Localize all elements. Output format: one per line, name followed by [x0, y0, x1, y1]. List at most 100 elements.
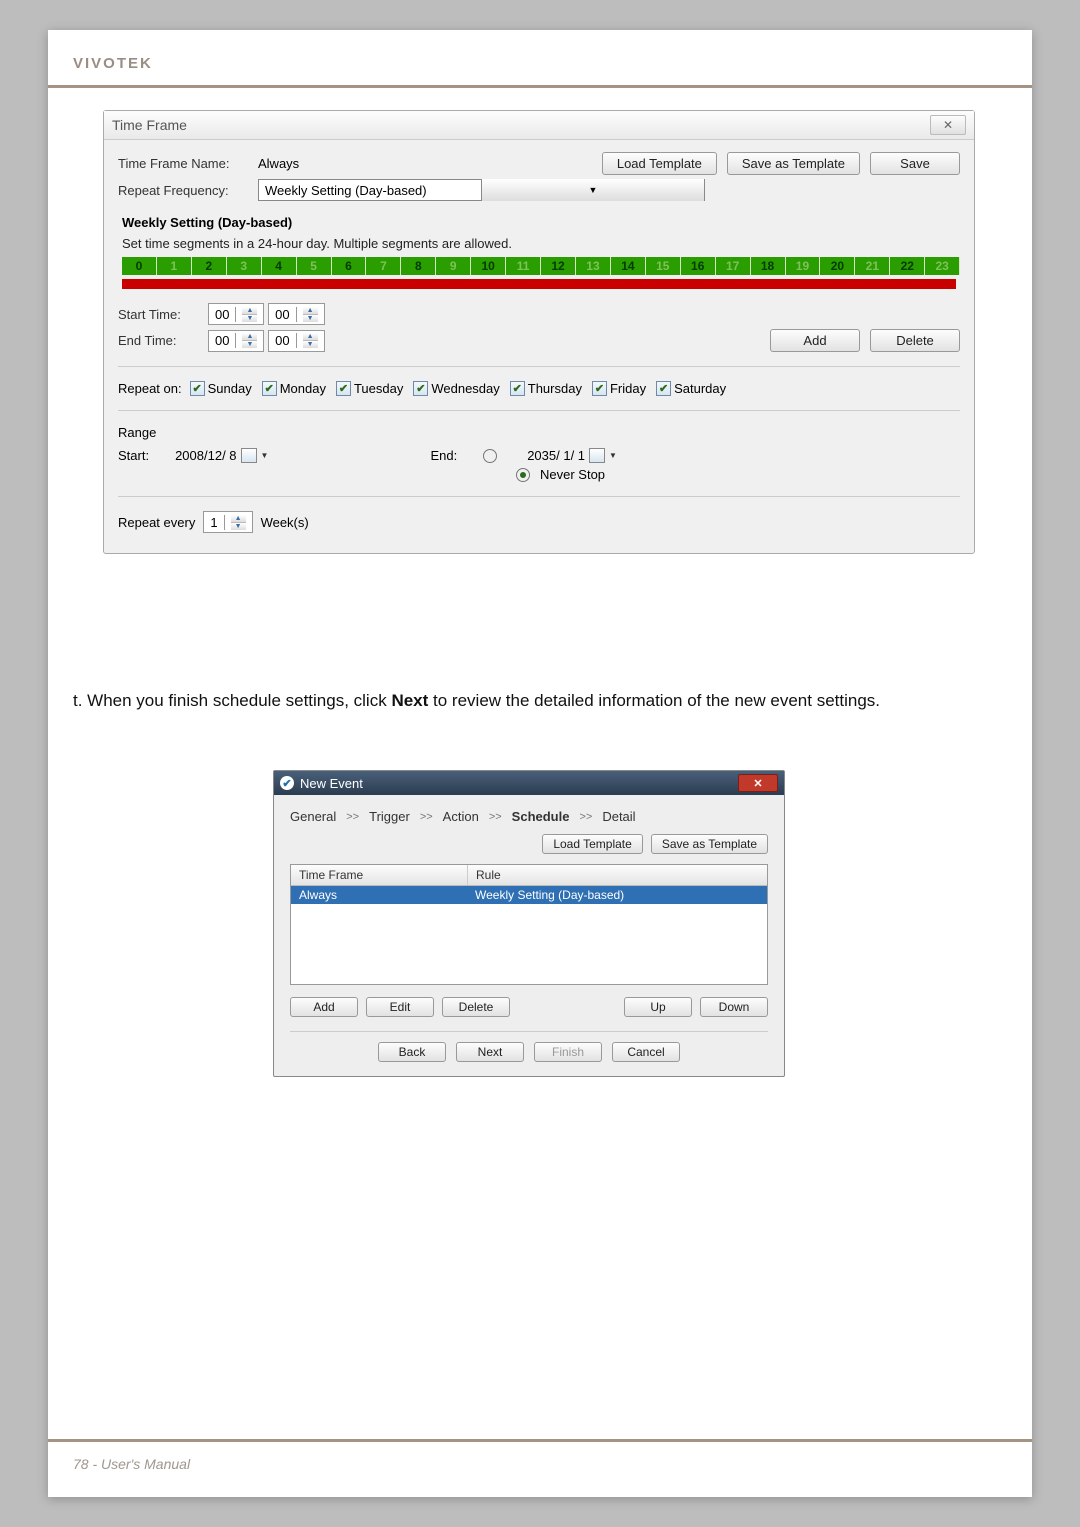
name-label: Time Frame Name: — [118, 156, 258, 171]
hour-cell[interactable]: 9 — [436, 257, 471, 275]
save-as-template-button[interactable]: Save as Template — [727, 152, 860, 175]
crumb-step[interactable]: Schedule — [512, 809, 570, 824]
hour-cell[interactable]: 12 — [541, 257, 576, 275]
close-icon[interactable]: ✕ — [738, 774, 778, 792]
dialog-titlebar: Time Frame ✕ — [104, 111, 974, 140]
segment-add-button[interactable]: Add — [770, 329, 860, 352]
end-time-label: End Time: — [118, 333, 208, 348]
crumb-sep: >> — [346, 811, 359, 823]
cancel-button[interactable]: Cancel — [612, 1042, 680, 1062]
range-end-date[interactable]: 2035/ 1/ 1▼ — [527, 448, 617, 463]
hour-cell[interactable]: 23 — [925, 257, 960, 275]
repeat-on-label: Repeat on: — [118, 381, 182, 396]
hour-cell[interactable]: 4 — [262, 257, 297, 275]
weekly-section-title: Weekly Setting (Day-based) — [122, 215, 960, 230]
never-stop-label: Never Stop — [540, 467, 605, 482]
hour-cell[interactable]: 7 — [366, 257, 401, 275]
hour-cell[interactable]: 16 — [681, 257, 716, 275]
end-min-stepper[interactable]: 00▲▼ — [268, 330, 324, 352]
never-stop-radio[interactable] — [516, 468, 530, 482]
hour-cell[interactable]: 11 — [506, 257, 541, 275]
new-event-dialog: ✔ New Event ✕ General >> Trigger >> Action >>… — [273, 770, 785, 1077]
hour-timeline[interactable]: 01234567891011121314151617181920212223 — [122, 257, 960, 275]
name-value: Always — [258, 156, 518, 171]
finish-button[interactable]: Finish — [534, 1042, 602, 1062]
dialog-title: Time Frame — [112, 117, 187, 133]
range-start-date[interactable]: 2008/12/ 8▼ — [175, 448, 268, 463]
crumb-step[interactable]: Detail — [602, 809, 635, 824]
hour-cell[interactable]: 15 — [646, 257, 681, 275]
hour-cell[interactable]: 17 — [716, 257, 751, 275]
frequency-value: Weekly Setting (Day-based) — [259, 182, 481, 199]
repeat-day-checkbox[interactable]: ✔Tuesday — [336, 381, 403, 396]
hour-cell[interactable]: 13 — [576, 257, 611, 275]
repeat-day-checkbox[interactable]: ✔Thursday — [510, 381, 582, 396]
footer-divider — [48, 1439, 1032, 1442]
hour-cell[interactable]: 2 — [192, 257, 227, 275]
calendar-icon[interactable] — [589, 448, 605, 463]
page-footer: 78 - User's Manual — [73, 1456, 190, 1472]
selected-segment-bar[interactable] — [122, 279, 956, 289]
repeat-day-checkbox[interactable]: ✔Wednesday — [413, 381, 499, 396]
repeat-every-stepper[interactable]: 1▲▼ — [203, 511, 252, 533]
hour-cell[interactable]: 6 — [332, 257, 367, 275]
row-delete-button[interactable]: Delete — [442, 997, 510, 1017]
crumb-sep: >> — [579, 811, 592, 823]
calendar-icon[interactable] — [241, 448, 257, 463]
row-add-button[interactable]: Add — [290, 997, 358, 1017]
hour-cell[interactable]: 18 — [751, 257, 786, 275]
sched-save-template-button[interactable]: Save as Template — [651, 834, 768, 854]
hour-cell[interactable]: 22 — [890, 257, 925, 275]
row-down-button[interactable]: Down — [700, 997, 768, 1017]
hour-cell[interactable]: 14 — [611, 257, 646, 275]
back-button[interactable]: Back — [378, 1042, 446, 1062]
divider — [118, 410, 960, 411]
col-rule[interactable]: Rule — [468, 865, 767, 885]
crumb-step[interactable]: General — [290, 809, 336, 824]
hour-cell[interactable]: 20 — [820, 257, 855, 275]
repeat-day-checkbox[interactable]: ✔Monday — [262, 381, 326, 396]
wizard-breadcrumb: General>>Trigger>>Action>>Schedule>>Deta… — [274, 795, 784, 834]
hour-cell[interactable]: 8 — [401, 257, 436, 275]
sched-load-template-button[interactable]: Load Template — [542, 834, 643, 854]
hour-cell[interactable]: 10 — [471, 257, 506, 275]
hour-cell[interactable]: 5 — [297, 257, 332, 275]
header-divider — [48, 85, 1032, 88]
range-end-label: End: — [430, 448, 457, 463]
chevron-down-icon[interactable]: ▼ — [481, 179, 704, 201]
timeframe-table: Time Frame Rule Always Weekly Setting (D… — [290, 864, 768, 985]
hour-cell[interactable]: 3 — [227, 257, 262, 275]
start-min-stepper[interactable]: 00▲▼ — [268, 303, 324, 325]
col-timeframe[interactable]: Time Frame — [291, 865, 468, 885]
crumb-sep: >> — [420, 811, 433, 823]
hour-cell[interactable]: 1 — [157, 257, 192, 275]
load-template-button[interactable]: Load Template — [602, 152, 717, 175]
range-label: Range — [118, 425, 960, 440]
crumb-step[interactable]: Action — [443, 809, 479, 824]
save-button[interactable]: Save — [870, 152, 960, 175]
row-up-button[interactable]: Up — [624, 997, 692, 1017]
table-row[interactable]: Always Weekly Setting (Day-based) — [291, 886, 767, 904]
weekly-hint: Set time segments in a 24-hour day. Mult… — [122, 236, 960, 251]
chevron-down-icon[interactable]: ▼ — [261, 451, 269, 460]
next-button[interactable]: Next — [456, 1042, 524, 1062]
hour-cell[interactable]: 21 — [855, 257, 890, 275]
frequency-select[interactable]: Weekly Setting (Day-based) ▼ — [258, 179, 705, 201]
chevron-down-icon[interactable]: ▼ — [609, 451, 617, 460]
close-icon[interactable]: ✕ — [930, 115, 966, 135]
hour-cell[interactable]: 0 — [122, 257, 157, 275]
divider — [290, 1031, 768, 1032]
segment-delete-button[interactable]: Delete — [870, 329, 960, 352]
app-icon: ✔ — [280, 776, 294, 790]
hour-cell[interactable]: 19 — [786, 257, 821, 275]
crumb-step[interactable]: Trigger — [369, 809, 410, 824]
start-hour-stepper[interactable]: 00▲▼ — [208, 303, 264, 325]
end-hour-stepper[interactable]: 00▲▼ — [208, 330, 264, 352]
repeat-day-checkbox[interactable]: ✔Sunday — [190, 381, 252, 396]
frequency-label: Repeat Frequency: — [118, 183, 258, 198]
dialog2-title: New Event — [300, 776, 363, 791]
repeat-day-checkbox[interactable]: ✔Saturday — [656, 381, 726, 396]
end-date-radio[interactable] — [483, 449, 497, 463]
row-edit-button[interactable]: Edit — [366, 997, 434, 1017]
repeat-day-checkbox[interactable]: ✔Friday — [592, 381, 646, 396]
